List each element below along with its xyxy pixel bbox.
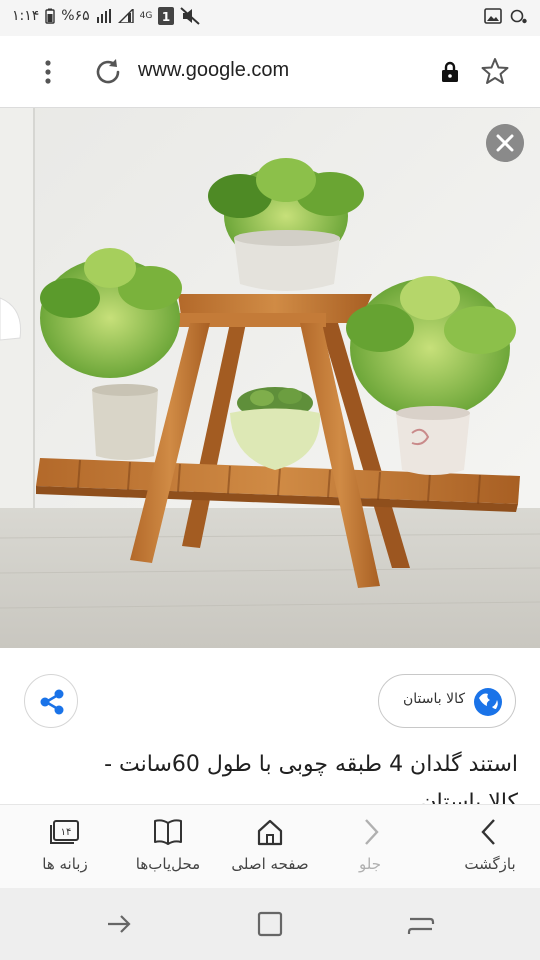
network-type: 4G xyxy=(139,10,153,21)
tabs-icon: ۱۴ xyxy=(50,820,79,844)
home-label: صفحه اصلی xyxy=(231,855,309,873)
source-chip[interactable]: کالا باستان xyxy=(378,674,516,728)
result-caption[interactable]: استند گلدان 4 طبقه چوبی با طول 60سانت - xyxy=(8,752,518,777)
mute-icon xyxy=(180,7,200,25)
bookmarks-label: محل‌یاب‌ها xyxy=(135,855,201,873)
back-button[interactable]: بازگشت xyxy=(440,805,540,889)
home-button[interactable]: صفحه اصلی xyxy=(220,805,320,889)
source-label: کالا باستان xyxy=(402,691,465,707)
battery-icon xyxy=(45,8,55,24)
status-bar: ۱:۱۴ %۶۵ 4G 1 xyxy=(0,0,540,36)
url-text[interactable]: www.google.com xyxy=(138,59,289,82)
forward-label: جلو xyxy=(359,855,381,873)
tabs-count: ۱۴ xyxy=(61,827,72,838)
book-icon xyxy=(154,819,182,845)
screen: ۱:۱۴ %۶۵ 4G 1 www.google.com کالا باستان… xyxy=(0,0,540,960)
system-nav-bar xyxy=(0,888,540,960)
signal-icon xyxy=(96,9,111,23)
back-nav-icon[interactable] xyxy=(406,910,436,938)
home-icon xyxy=(257,819,283,846)
star-icon[interactable] xyxy=(480,56,510,86)
browser-toolbar: بازگشت جلو صفحه اصلی محل‌یاب‌ها ۱۴ زبانه… xyxy=(0,804,540,888)
assistant-icon xyxy=(510,9,527,24)
chevron-right-icon xyxy=(365,819,379,845)
address-bar: www.google.com xyxy=(0,36,540,108)
status-time: ۱:۱۴ xyxy=(12,8,40,24)
globe-icon xyxy=(474,688,502,716)
close-icon[interactable] xyxy=(486,124,524,162)
sim-badge-icon: 1 xyxy=(158,7,175,25)
product-image[interactable] xyxy=(0,108,540,648)
status-left: ۱:۱۴ %۶۵ 4G 1 xyxy=(12,7,200,25)
result-card: کالا باستان استند گلدان 4 طبقه چوبی با ط… xyxy=(0,648,540,815)
share-button[interactable] xyxy=(24,674,78,728)
forward-button[interactable]: جلو xyxy=(320,805,420,889)
chevron-left-icon xyxy=(481,819,495,845)
lock-icon[interactable] xyxy=(438,60,462,84)
status-right xyxy=(484,8,528,24)
recents-icon[interactable] xyxy=(256,910,284,938)
bookmarks-button[interactable]: محل‌یاب‌ها xyxy=(118,805,218,889)
signal-2-icon xyxy=(117,9,134,23)
svg-text:1: 1 xyxy=(162,10,170,24)
share-icon xyxy=(40,689,64,715)
more-vert-icon[interactable] xyxy=(38,56,58,88)
tabs-label: زبانه ها xyxy=(42,855,88,873)
battery-percent: %۶۵ xyxy=(61,8,90,24)
gallery-icon xyxy=(484,8,502,24)
back-label: بازگشت xyxy=(464,855,516,873)
arrow-right-icon[interactable] xyxy=(104,910,134,938)
reload-icon[interactable] xyxy=(92,56,124,88)
tabs-button[interactable]: ۱۴ زبانه ها xyxy=(15,805,115,889)
